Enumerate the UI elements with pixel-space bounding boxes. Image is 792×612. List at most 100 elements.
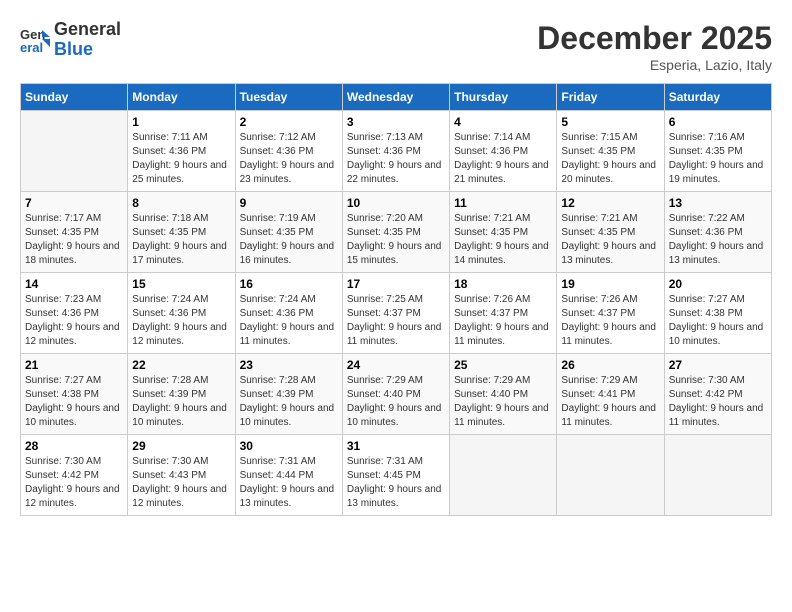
day-info: Sunrise: 7:23 AMSunset: 4:36 PMDaylight:… (25, 293, 123, 349)
day-info: Sunrise: 7:19 AMSunset: 4:35 PMDaylight:… (240, 212, 338, 268)
day-info: Sunrise: 7:24 AMSunset: 4:36 PMDaylight:… (132, 293, 230, 349)
calendar-cell: 31Sunrise: 7:31 AMSunset: 4:45 PMDayligh… (342, 435, 449, 516)
day-number: 25 (454, 358, 552, 372)
calendar-cell: 3Sunrise: 7:13 AMSunset: 4:36 PMDaylight… (342, 111, 449, 192)
calendar-cell: 6 Sunrise: 7:16 AMSunset: 4:35 PMDaylight… (664, 111, 771, 192)
day-info: Sunrise: 7:25 AMSunset: 4:37 PMDaylight:… (347, 293, 445, 349)
day-number: 16 (240, 277, 338, 291)
day-number: 28 (25, 439, 123, 453)
day-number: 24 (347, 358, 445, 372)
weekday-header-thursday: Thursday (450, 84, 557, 111)
month-title: December 2025 (537, 20, 772, 57)
logo-text-blue: Blue (54, 40, 121, 60)
calendar-cell: 25 Sunrise: 7:29 AMSunset: 4:40 PMDayligh… (450, 354, 557, 435)
day-info: Sunrise: 7:30 AMSunset: 4:42 PMDaylight:… (25, 455, 123, 511)
day-number: 6 (669, 115, 767, 129)
logo-icon: Gen eral (20, 25, 50, 55)
day-info: Sunrise: 7:12 AMSunset: 4:36 PMDaylight:… (240, 131, 338, 187)
day-info: Sunrise: 7:27 AMSunset: 4:38 PMDaylight:… (25, 374, 123, 430)
day-info: Sunrise: 7:13 AMSunset: 4:36 PMDaylight:… (347, 131, 445, 187)
day-info: Sunrise: 7:30 AMSunset: 4:42 PMDaylight:… (669, 374, 767, 430)
calendar-cell: 16Sunrise: 7:24 AMSunset: 4:36 PMDayligh… (235, 273, 342, 354)
calendar-cell: 27 Sunrise: 7:30 AMSunset: 4:42 PMDayligh… (664, 354, 771, 435)
calendar-cell: 9Sunrise: 7:19 AMSunset: 4:35 PMDaylight… (235, 192, 342, 273)
day-info: Sunrise: 7:15 AMSunset: 4:35 PMDaylight:… (561, 131, 659, 187)
day-info: Sunrise: 7:21 AMSunset: 4:35 PMDaylight:… (561, 212, 659, 268)
calendar-cell: 4 Sunrise: 7:14 AMSunset: 4:36 PMDaylight… (450, 111, 557, 192)
calendar-cell: 23Sunrise: 7:28 AMSunset: 4:39 PMDayligh… (235, 354, 342, 435)
calendar-cell: 20 Sunrise: 7:27 AMSunset: 4:38 PMDayligh… (664, 273, 771, 354)
day-number: 21 (25, 358, 123, 372)
calendar-cell: 29Sunrise: 7:30 AMSunset: 4:43 PMDayligh… (128, 435, 235, 516)
day-info: Sunrise: 7:28 AMSunset: 4:39 PMDaylight:… (132, 374, 230, 430)
calendar-cell: 14 Sunrise: 7:23 AMSunset: 4:36 PMDayligh… (21, 273, 128, 354)
calendar-cell: 15 Sunrise: 7:24 AMSunset: 4:36 PMDayligh… (128, 273, 235, 354)
day-info: Sunrise: 7:11 AMSunset: 4:36 PMDaylight:… (132, 131, 230, 187)
weekday-header-sunday: Sunday (21, 84, 128, 111)
calendar-cell: 1 Sunrise: 7:11 AMSunset: 4:36 PMDaylight… (128, 111, 235, 192)
day-number: 4 (454, 115, 552, 129)
day-number: 12 (561, 196, 659, 210)
calendar-cell (557, 435, 664, 516)
logo: Gen eral General Blue (20, 20, 121, 60)
day-number: 1 (132, 115, 230, 129)
day-info: Sunrise: 7:27 AMSunset: 4:38 PMDaylight:… (669, 293, 767, 349)
calendar-cell: 22 Sunrise: 7:28 AMSunset: 4:39 PMDayligh… (128, 354, 235, 435)
day-info: Sunrise: 7:18 AMSunset: 4:35 PMDaylight:… (132, 212, 230, 268)
calendar-cell: 17 Sunrise: 7:25 AMSunset: 4:37 PMDayligh… (342, 273, 449, 354)
calendar-cell (664, 435, 771, 516)
title-area: December 2025 Esperia, Lazio, Italy (537, 20, 772, 73)
day-number: 19 (561, 277, 659, 291)
day-number: 31 (347, 439, 445, 453)
page-header: Gen eral General Blue December 2025 Espe… (20, 20, 772, 73)
day-number: 18 (454, 277, 552, 291)
calendar-cell: 10Sunrise: 7:20 AMSunset: 4:35 PMDayligh… (342, 192, 449, 273)
day-info: Sunrise: 7:17 AMSunset: 4:35 PMDaylight:… (25, 212, 123, 268)
svg-text:eral: eral (20, 40, 43, 55)
day-number: 30 (240, 439, 338, 453)
calendar-week-5: 28 Sunrise: 7:30 AMSunset: 4:42 PMDayligh… (21, 435, 772, 516)
calendar-cell (450, 435, 557, 516)
day-number: 7 (25, 196, 123, 210)
weekday-header-wednesday: Wednesday (342, 84, 449, 111)
day-info: Sunrise: 7:28 AMSunset: 4:39 PMDaylight:… (240, 374, 338, 430)
calendar-week-4: 21 Sunrise: 7:27 AMSunset: 4:38 PMDayligh… (21, 354, 772, 435)
calendar-cell: 11 Sunrise: 7:21 AMSunset: 4:35 PMDayligh… (450, 192, 557, 273)
calendar-cell: 7 Sunrise: 7:17 AMSunset: 4:35 PMDaylight… (21, 192, 128, 273)
calendar-week-3: 14 Sunrise: 7:23 AMSunset: 4:36 PMDayligh… (21, 273, 772, 354)
day-number: 15 (132, 277, 230, 291)
day-number: 20 (669, 277, 767, 291)
day-info: Sunrise: 7:16 AMSunset: 4:35 PMDaylight:… (669, 131, 767, 187)
day-number: 22 (132, 358, 230, 372)
day-info: Sunrise: 7:22 AMSunset: 4:36 PMDaylight:… (669, 212, 767, 268)
calendar-cell: 2 Sunrise: 7:12 AMSunset: 4:36 PMDaylight… (235, 111, 342, 192)
calendar-cell: 8 Sunrise: 7:18 AMSunset: 4:35 PMDaylight… (128, 192, 235, 273)
calendar-cell: 21 Sunrise: 7:27 AMSunset: 4:38 PMDayligh… (21, 354, 128, 435)
day-info: Sunrise: 7:26 AMSunset: 4:37 PMDaylight:… (454, 293, 552, 349)
weekday-header-saturday: Saturday (664, 84, 771, 111)
logo-text-general: General (54, 20, 121, 40)
location: Esperia, Lazio, Italy (537, 57, 772, 73)
day-number: 8 (132, 196, 230, 210)
day-info: Sunrise: 7:29 AMSunset: 4:40 PMDaylight:… (454, 374, 552, 430)
calendar-cell: 12 Sunrise: 7:21 AMSunset: 4:35 PMDayligh… (557, 192, 664, 273)
day-number: 13 (669, 196, 767, 210)
weekday-header-friday: Friday (557, 84, 664, 111)
day-number: 14 (25, 277, 123, 291)
calendar-table: SundayMondayTuesdayWednesdayThursdayFrid… (20, 83, 772, 516)
calendar-week-1: 1 Sunrise: 7:11 AMSunset: 4:36 PMDaylight… (21, 111, 772, 192)
day-number: 26 (561, 358, 659, 372)
calendar-cell: 26 Sunrise: 7:29 AMSunset: 4:41 PMDayligh… (557, 354, 664, 435)
calendar-cell (21, 111, 128, 192)
day-info: Sunrise: 7:29 AMSunset: 4:41 PMDaylight:… (561, 374, 659, 430)
day-number: 27 (669, 358, 767, 372)
day-number: 11 (454, 196, 552, 210)
day-info: Sunrise: 7:30 AMSunset: 4:43 PMDaylight:… (132, 455, 230, 511)
day-info: Sunrise: 7:21 AMSunset: 4:35 PMDaylight:… (454, 212, 552, 268)
day-number: 2 (240, 115, 338, 129)
calendar-cell: 24Sunrise: 7:29 AMSunset: 4:40 PMDayligh… (342, 354, 449, 435)
calendar-cell: 18 Sunrise: 7:26 AMSunset: 4:37 PMDayligh… (450, 273, 557, 354)
day-info: Sunrise: 7:14 AMSunset: 4:36 PMDaylight:… (454, 131, 552, 187)
day-number: 17 (347, 277, 445, 291)
weekday-header-monday: Monday (128, 84, 235, 111)
